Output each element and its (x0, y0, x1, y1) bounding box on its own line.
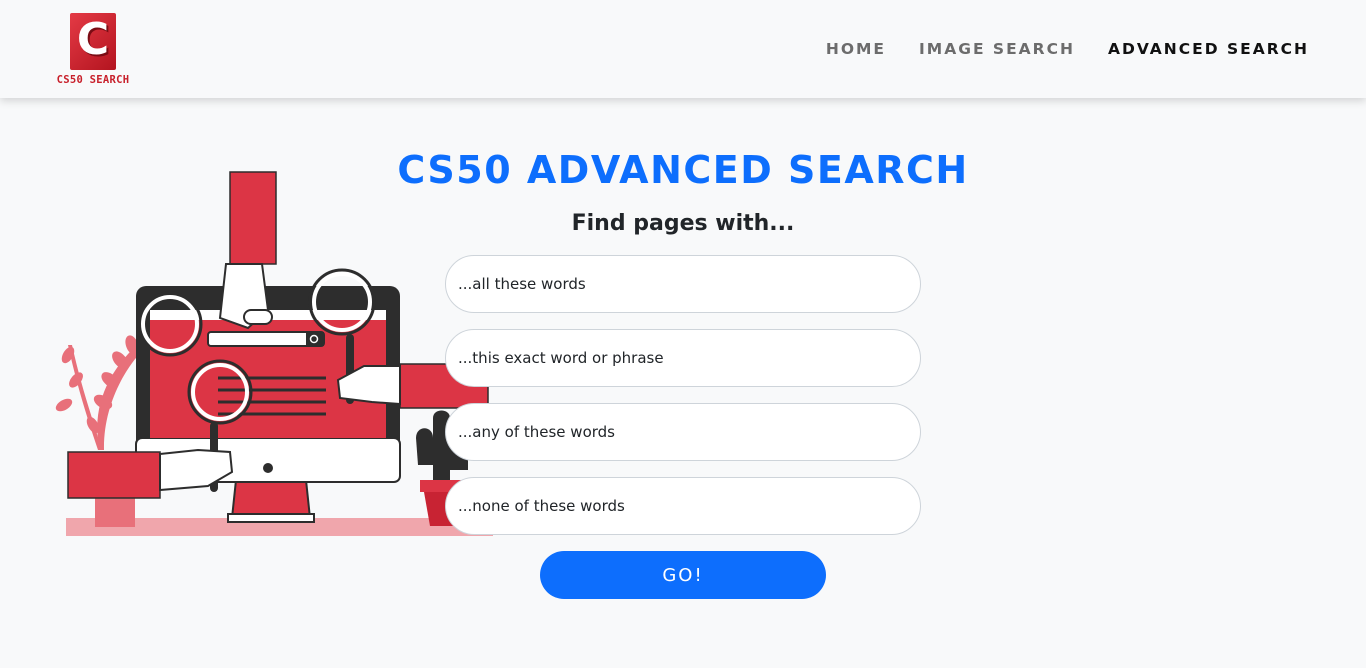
logo-letter: C (76, 14, 110, 65)
none-words-input[interactable] (445, 477, 921, 535)
any-words-input[interactable] (445, 403, 921, 461)
monitor-stand (230, 479, 312, 519)
exact-phrase-input[interactable] (445, 329, 921, 387)
page-subtitle: Find pages with... (571, 211, 795, 236)
main-nav: HOME IMAGE SEARCH ADVANCED SEARCH (826, 38, 1309, 60)
all-words-input[interactable] (445, 255, 921, 313)
brand-logo[interactable]: C CS50 SEARCH (52, 13, 134, 89)
brand-name: CS50 SEARCH (56, 74, 130, 86)
nav-home[interactable]: HOME (826, 38, 886, 60)
nav-image-search[interactable]: IMAGE SEARCH (919, 38, 1075, 60)
arm-left (67, 451, 161, 499)
page-title: CS50 ADVANCED SEARCH (397, 148, 969, 192)
logo-tile: C (70, 13, 116, 70)
navbar: C CS50 SEARCH HOME IMAGE SEARCH ADVANCED… (0, 0, 1366, 98)
go-button[interactable]: GO! (540, 551, 826, 599)
nav-advanced-search[interactable]: ADVANCED SEARCH (1108, 38, 1309, 60)
